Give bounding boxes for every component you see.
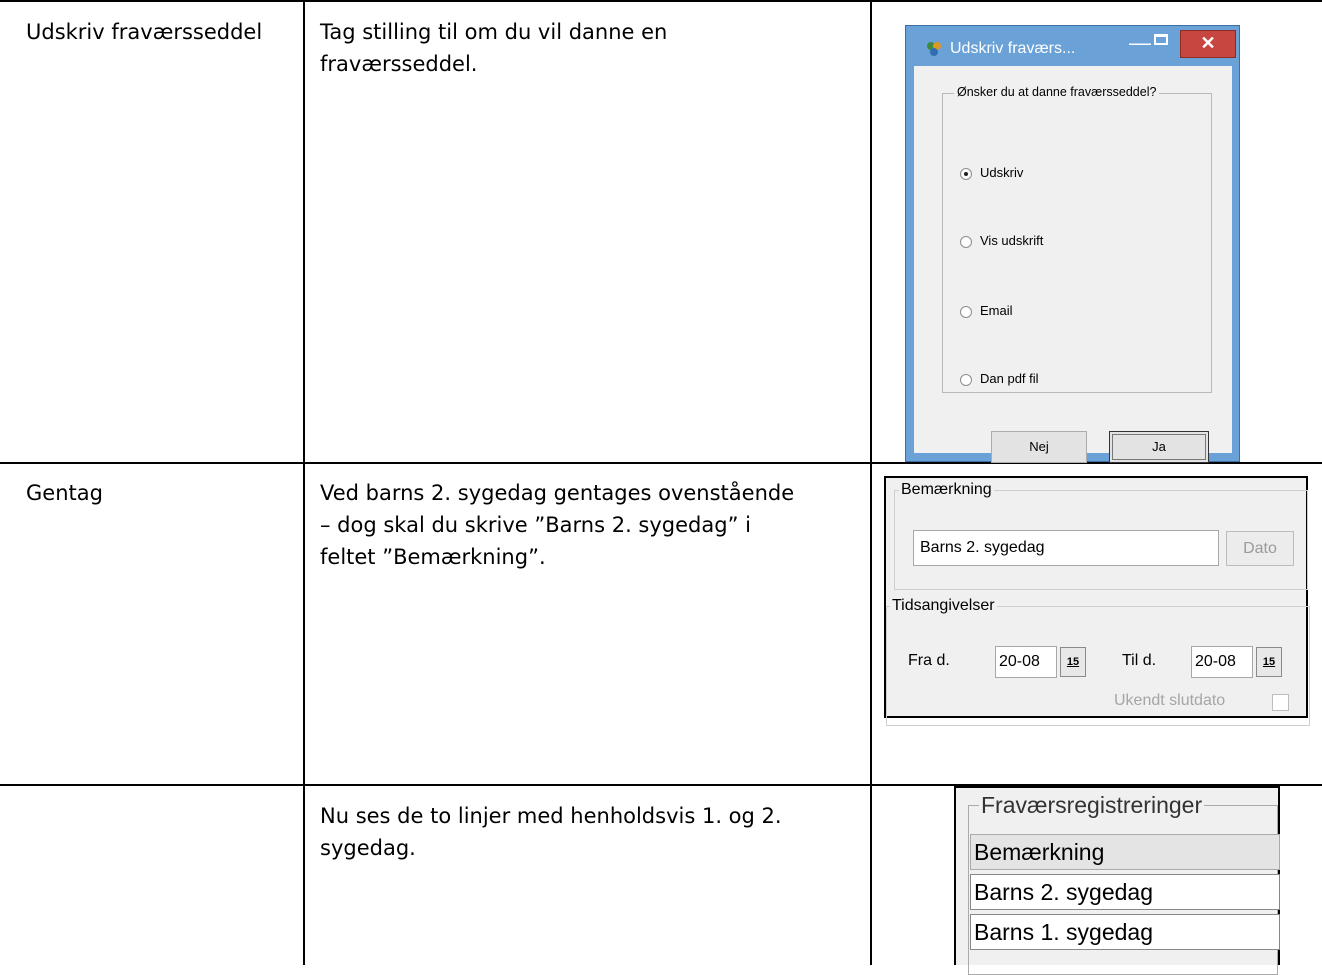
- row3-description: Nu ses de to linjer med henholdsvis 1. o…: [320, 804, 782, 860]
- group-label: Ønsker du at danne fraværsseddel?: [954, 85, 1160, 99]
- remark-input[interactable]: Barns 2. sygedag: [913, 530, 1219, 566]
- absence-registrations-list: Fraværsregistreringer Bemærkning Barns 2…: [954, 786, 1280, 975]
- list-column-header[interactable]: Bemærkning: [970, 834, 1280, 870]
- unknown-end-label: Ukendt slutdato: [1114, 692, 1226, 709]
- row1-label: Udskriv fraværsseddel: [26, 20, 263, 44]
- row2-description: Ved barns 2. sygedag gentages ovenståend…: [320, 481, 795, 569]
- app-icon: [927, 42, 941, 56]
- radio-vis-udskrift[interactable]: [960, 236, 972, 248]
- print-absence-dialog: Udskriv fraværs... — ✕ Ønsker du at dann…: [905, 25, 1240, 463]
- remark-legend: Bemærkning: [899, 481, 994, 499]
- dialog-title: Udskriv fraværs...: [950, 40, 1076, 57]
- radio-label-email[interactable]: Email: [980, 303, 1013, 318]
- to-date-label: Til d.: [1122, 652, 1157, 669]
- radio-label-vis-udskrift[interactable]: Vis udskrift: [980, 233, 1043, 248]
- table-border-top: [0, 0, 1322, 2]
- to-calendar-icon[interactable]: 15: [1256, 647, 1282, 677]
- absence-detail-panel: Bemærkning Barns 2. sygedag Dato Tidsang…: [884, 476, 1310, 726]
- yes-button[interactable]: Ja: [1109, 431, 1209, 463]
- radio-email[interactable]: [960, 306, 972, 318]
- minimize-icon[interactable]: —: [1129, 30, 1151, 56]
- dialog-titlebar[interactable]: Udskriv fraværs... — ✕: [906, 26, 1239, 66]
- dialog-body: Ønsker du at danne fraværsseddel? Udskri…: [914, 66, 1232, 463]
- list-item[interactable]: Barns 2. sygedag: [970, 874, 1280, 910]
- date-button[interactable]: Dato: [1226, 531, 1294, 566]
- time-legend: Tidsangivelser: [890, 597, 997, 615]
- maximize-icon[interactable]: [1154, 34, 1168, 45]
- from-date-input[interactable]: 20-08: [995, 646, 1057, 678]
- table-col-divider: [870, 0, 872, 965]
- radio-dan-pdf[interactable]: [960, 374, 972, 386]
- radio-label-udskriv[interactable]: Udskriv: [980, 165, 1023, 180]
- to-date-input[interactable]: 20-08: [1191, 646, 1253, 678]
- no-button[interactable]: Nej: [991, 431, 1087, 463]
- radio-label-dan-pdf[interactable]: Dan pdf fil: [980, 371, 1039, 386]
- from-date-label: Fra d.: [908, 652, 950, 669]
- from-calendar-icon[interactable]: 15: [1060, 647, 1086, 677]
- row1-description: Tag stilling til om du vil danne en frav…: [320, 20, 668, 76]
- table-col-divider: [303, 0, 305, 965]
- list-legend: Fraværsregistreringer: [979, 792, 1205, 819]
- unknown-end-checkbox[interactable]: [1272, 694, 1289, 711]
- list-item[interactable]: Barns 1. sygedag: [970, 914, 1280, 950]
- row2-label: Gentag: [26, 481, 103, 505]
- close-button[interactable]: ✕: [1180, 30, 1236, 58]
- radio-udskriv[interactable]: [960, 168, 972, 180]
